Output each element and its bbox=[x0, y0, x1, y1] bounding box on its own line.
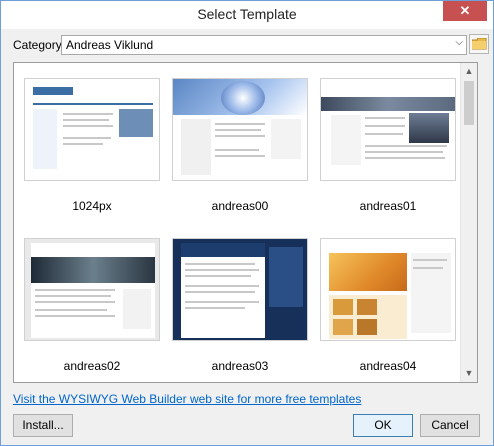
template-thumbnail bbox=[172, 238, 308, 341]
install-button[interactable]: Install... bbox=[13, 414, 73, 437]
template-thumbnail bbox=[24, 78, 160, 181]
chevron-down-icon[interactable]: ▼ bbox=[461, 365, 477, 382]
category-label: Category: bbox=[13, 38, 66, 52]
template-name: 1024px bbox=[72, 199, 112, 213]
template-name: andreas03 bbox=[211, 359, 269, 373]
close-button[interactable]: ✕ bbox=[443, 1, 487, 21]
template-tile[interactable]: andreas02 bbox=[24, 238, 160, 373]
template-gallery: 1024px andreas00 andreas01 andreas02 and… bbox=[13, 62, 478, 383]
scroll-thumb[interactable] bbox=[464, 81, 474, 125]
select-template-dialog: Select Template ✕ Category: Andreas Vikl… bbox=[0, 0, 494, 446]
template-tile[interactable]: 1024px bbox=[24, 78, 160, 213]
template-thumbnail bbox=[320, 238, 456, 341]
template-tile[interactable]: andreas04 bbox=[320, 238, 456, 373]
template-name: andreas01 bbox=[359, 199, 417, 213]
template-name: andreas00 bbox=[211, 199, 269, 213]
template-tile[interactable]: andreas00 bbox=[172, 78, 308, 213]
chevron-down-icon: ⌵ bbox=[455, 37, 463, 48]
window-title: Select Template bbox=[197, 6, 297, 22]
vertical-scrollbar[interactable]: ▲ ▼ bbox=[460, 63, 477, 382]
template-name: andreas04 bbox=[359, 359, 417, 373]
template-thumbnail bbox=[24, 238, 160, 341]
template-tile[interactable]: andreas01 bbox=[320, 78, 456, 213]
template-name: andreas02 bbox=[63, 359, 121, 373]
category-row: Category: Andreas Viklund ⌵ bbox=[13, 34, 489, 57]
ok-button[interactable]: OK bbox=[353, 414, 413, 437]
template-tile[interactable]: andreas03 bbox=[172, 238, 308, 373]
category-value: Andreas Viklund bbox=[66, 38, 154, 52]
template-thumbnail bbox=[172, 78, 308, 181]
title-bar: Select Template ✕ bbox=[1, 1, 493, 29]
folder-icon bbox=[472, 38, 487, 50]
more-templates-link[interactable]: Visit the WYSIWYG Web Builder web site f… bbox=[13, 392, 361, 406]
chevron-up-icon[interactable]: ▲ bbox=[461, 63, 477, 80]
category-dropdown[interactable]: Andreas Viklund ⌵ bbox=[61, 35, 467, 55]
close-icon: ✕ bbox=[459, 3, 471, 18]
cancel-button[interactable]: Cancel bbox=[420, 414, 480, 437]
template-thumbnail bbox=[320, 78, 456, 181]
browse-folder-button[interactable] bbox=[469, 34, 489, 54]
